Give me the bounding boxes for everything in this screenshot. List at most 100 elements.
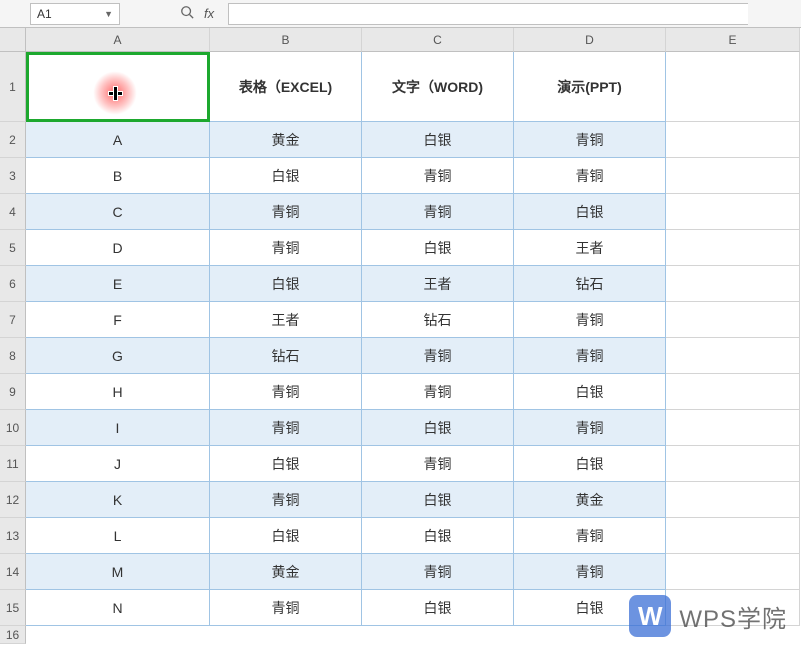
cell-B7[interactable]: 王者	[210, 302, 362, 338]
cell-C6[interactable]: 王者	[362, 266, 514, 302]
chevron-down-icon[interactable]: ▼	[104, 9, 113, 19]
cell-B14[interactable]: 黄金	[210, 554, 362, 590]
cell-B10[interactable]: 青铜	[210, 410, 362, 446]
cell-C3[interactable]: 青铜	[362, 158, 514, 194]
row-header-5[interactable]: 5	[0, 230, 26, 266]
cell-A8[interactable]: G	[26, 338, 210, 374]
row-header-14[interactable]: 14	[0, 554, 26, 590]
cell-C8[interactable]: 青铜	[362, 338, 514, 374]
col-header-b[interactable]: B	[210, 28, 362, 52]
cell-D6[interactable]: 钻石	[514, 266, 666, 302]
cell-D7[interactable]: 青铜	[514, 302, 666, 338]
row-header-6[interactable]: 6	[0, 266, 26, 302]
cell-D8[interactable]: 青铜	[514, 338, 666, 374]
cell-E12[interactable]	[666, 482, 800, 518]
cell-A11[interactable]: J	[26, 446, 210, 482]
cell-E11[interactable]	[666, 446, 800, 482]
col-headers: A B C D E	[26, 28, 801, 52]
cell-D10[interactable]: 青铜	[514, 410, 666, 446]
cell-C9[interactable]: 青铜	[362, 374, 514, 410]
name-box[interactable]: A1 ▼	[30, 3, 120, 25]
cell-D14[interactable]: 青铜	[514, 554, 666, 590]
cell-B9[interactable]: 青铜	[210, 374, 362, 410]
row-header-15[interactable]: 15	[0, 590, 26, 626]
row-header-9[interactable]: 9	[0, 374, 26, 410]
fx-label[interactable]: fx	[204, 6, 214, 21]
cell-C14[interactable]: 青铜	[362, 554, 514, 590]
cell-B11[interactable]: 白银	[210, 446, 362, 482]
cell-A4[interactable]: C	[26, 194, 210, 230]
cell-A10[interactable]: I	[26, 410, 210, 446]
cell-A9[interactable]: H	[26, 374, 210, 410]
row-header-7[interactable]: 7	[0, 302, 26, 338]
cell-B2[interactable]: 黄金	[210, 122, 362, 158]
cell-A6[interactable]: E	[26, 266, 210, 302]
cell-D5[interactable]: 王者	[514, 230, 666, 266]
row-header-12[interactable]: 12	[0, 482, 26, 518]
formula-input[interactable]	[228, 3, 748, 25]
col-header-d[interactable]: D	[514, 28, 666, 52]
cell-C12[interactable]: 白银	[362, 482, 514, 518]
cell-D2[interactable]: 青铜	[514, 122, 666, 158]
cell-D13[interactable]: 青铜	[514, 518, 666, 554]
cell-A5[interactable]: D	[26, 230, 210, 266]
cell-C2[interactable]: 白银	[362, 122, 514, 158]
cell-E1[interactable]	[666, 52, 800, 122]
cell-D11[interactable]: 白银	[514, 446, 666, 482]
cell-D9[interactable]: 白银	[514, 374, 666, 410]
cell-B12[interactable]: 青铜	[210, 482, 362, 518]
cell-A12[interactable]: K	[26, 482, 210, 518]
cell-B15[interactable]: 青铜	[210, 590, 362, 626]
cell-A15[interactable]: N	[26, 590, 210, 626]
row-header-1[interactable]: 1	[0, 52, 26, 122]
row-header-16[interactable]: 16	[0, 626, 26, 644]
cell-B1[interactable]: 表格（EXCEL)	[210, 52, 362, 122]
cell-C13[interactable]: 白银	[362, 518, 514, 554]
cell-D1[interactable]: 演示(PPT)	[514, 52, 666, 122]
cell-A2[interactable]: A	[26, 122, 210, 158]
row-header-13[interactable]: 13	[0, 518, 26, 554]
row-header-3[interactable]: 3	[0, 158, 26, 194]
select-all-corner[interactable]	[0, 28, 26, 52]
cell-B5[interactable]: 青铜	[210, 230, 362, 266]
cell-B8[interactable]: 钻石	[210, 338, 362, 374]
cell-E2[interactable]	[666, 122, 800, 158]
cell-E14[interactable]	[666, 554, 800, 590]
cell-C7[interactable]: 钻石	[362, 302, 514, 338]
row-header-8[interactable]: 8	[0, 338, 26, 374]
col-header-a[interactable]: A	[26, 28, 210, 52]
row-header-4[interactable]: 4	[0, 194, 26, 230]
cell-B4[interactable]: 青铜	[210, 194, 362, 230]
row-header-10[interactable]: 10	[0, 410, 26, 446]
cell-A7[interactable]: F	[26, 302, 210, 338]
cell-E13[interactable]	[666, 518, 800, 554]
search-icon[interactable]	[180, 5, 194, 22]
cell-A3[interactable]: B	[26, 158, 210, 194]
cell-E9[interactable]	[666, 374, 800, 410]
row-header-11[interactable]: 11	[0, 446, 26, 482]
cell-E6[interactable]	[666, 266, 800, 302]
cell-C4[interactable]: 青铜	[362, 194, 514, 230]
cell-A14[interactable]: M	[26, 554, 210, 590]
cell-C1[interactable]: 文字（WORD)	[362, 52, 514, 122]
row-header-2[interactable]: 2	[0, 122, 26, 158]
col-header-c[interactable]: C	[362, 28, 514, 52]
cell-C5[interactable]: 白银	[362, 230, 514, 266]
cell-E8[interactable]	[666, 338, 800, 374]
cell-D4[interactable]: 白银	[514, 194, 666, 230]
cell-E3[interactable]	[666, 158, 800, 194]
cell-E5[interactable]	[666, 230, 800, 266]
cell-D3[interactable]: 青铜	[514, 158, 666, 194]
col-header-e[interactable]: E	[666, 28, 800, 52]
cell-B13[interactable]: 白银	[210, 518, 362, 554]
cell-C10[interactable]: 白银	[362, 410, 514, 446]
cell-B6[interactable]: 白银	[210, 266, 362, 302]
cell-E10[interactable]	[666, 410, 800, 446]
cell-B3[interactable]: 白银	[210, 158, 362, 194]
cell-E7[interactable]	[666, 302, 800, 338]
cell-D12[interactable]: 黄金	[514, 482, 666, 518]
cell-A13[interactable]: L	[26, 518, 210, 554]
cell-E4[interactable]	[666, 194, 800, 230]
cell-C11[interactable]: 青铜	[362, 446, 514, 482]
cell-C15[interactable]: 白银	[362, 590, 514, 626]
